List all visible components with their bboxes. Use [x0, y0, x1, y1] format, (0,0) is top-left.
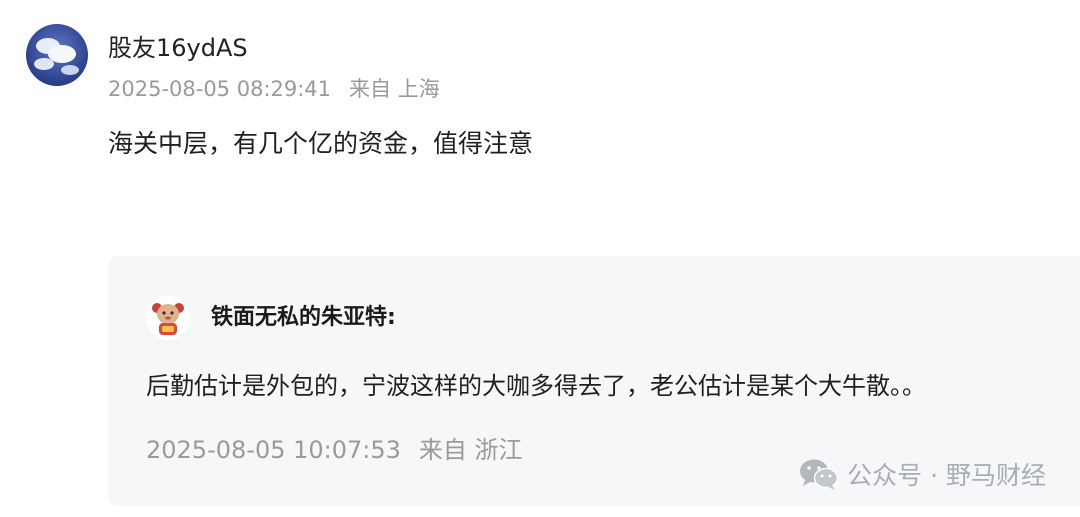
reply-meta: 2025-08-05 10:07:53 来自 浙江 [146, 430, 523, 465]
comment-location: 来自 上海 [349, 77, 440, 101]
comment-text: 海关中层，有几个亿的资金，值得注意 [108, 129, 534, 158]
reply-avatar[interactable] [146, 296, 190, 340]
username[interactable]: 股友16ydAS [108, 28, 248, 63]
reply-timestamp: 2025-08-05 10:07:53 [146, 436, 401, 464]
watermark: 公众号 · 野马财经 [799, 456, 1046, 492]
cartoon-character-avatar-icon [146, 296, 190, 340]
comment-timestamp: 2025-08-05 08:29:41 [108, 77, 332, 101]
wechat-icon [800, 459, 839, 490]
sky-cloud-avatar-icon [26, 24, 88, 86]
reply-location: 来自 浙江 [418, 436, 523, 464]
reply-text: 后勤估计是外包的，宁波这样的大咖多得去了，老公估计是某个大牛散。。 [146, 372, 926, 400]
user-avatar[interactable] [26, 24, 88, 86]
reply-author[interactable]: 铁面无私的朱亚特: [211, 299, 396, 331]
comment-meta: 2025-08-05 08:29:41 来自 上海 [108, 73, 440, 103]
watermark-text: 公众号 · 野马财经 [847, 461, 1046, 490]
